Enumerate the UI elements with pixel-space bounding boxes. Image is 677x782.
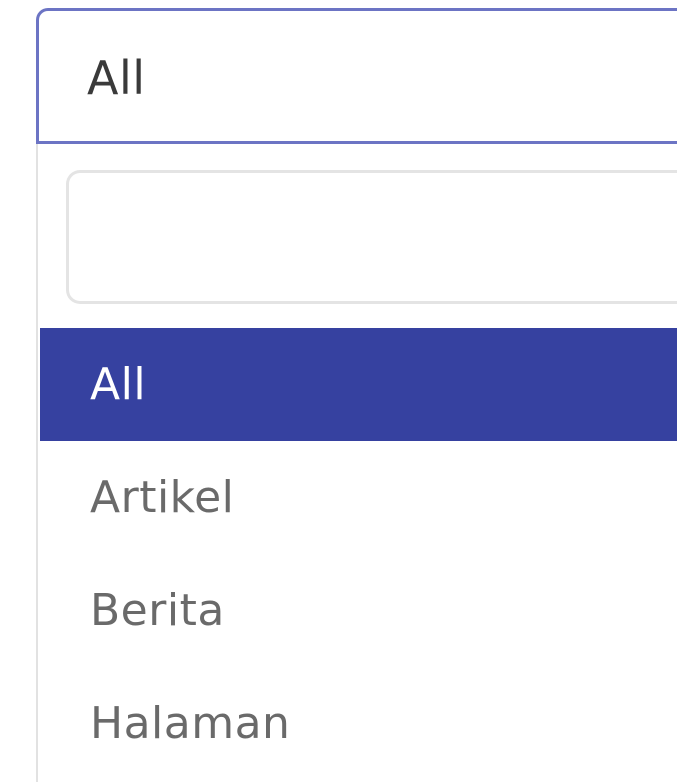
option-label: Artikel [90,472,235,523]
option-label: All [90,359,147,410]
option-label: Halaman [90,698,291,749]
option-list: All Artikel Berita Halaman [40,328,677,780]
dropdown-panel: All Artikel Berita Halaman [36,144,677,782]
select-current-value: All [87,51,146,105]
option-artikel[interactable]: Artikel [40,441,677,554]
option-berita[interactable]: Berita [40,554,677,667]
option-label: Berita [90,585,225,636]
option-all[interactable]: All [40,328,677,441]
select-widget: All All Artikel Berita Halaman [0,0,677,782]
dropdown-search-input[interactable] [66,170,677,304]
option-halaman[interactable]: Halaman [40,667,677,780]
type-select[interactable]: All [36,8,677,144]
